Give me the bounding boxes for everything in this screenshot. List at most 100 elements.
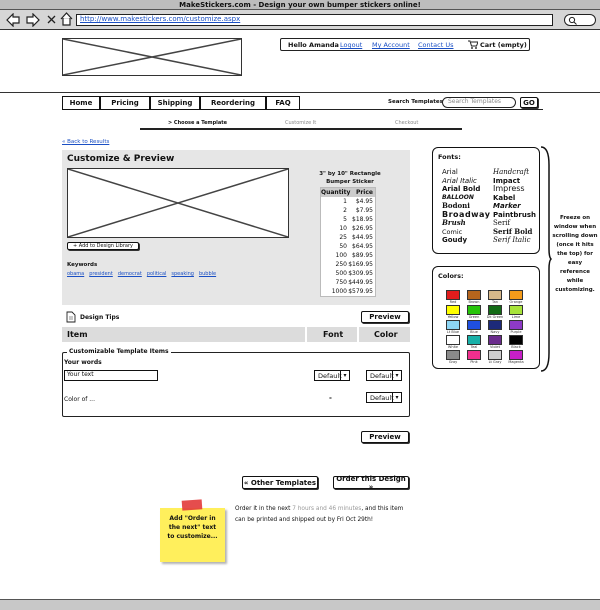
keyword-link[interactable]: speaking: [171, 271, 194, 277]
keyword-link[interactable]: political: [147, 271, 167, 277]
color-swatch[interactable]: [446, 335, 460, 345]
price-qty: 50: [339, 243, 347, 250]
color-swatch[interactable]: [488, 335, 502, 345]
color-swatch-label: Tan: [492, 300, 498, 304]
color-swatch[interactable]: [446, 350, 460, 360]
color-swatch[interactable]: [467, 305, 481, 315]
chevron-down-icon: ▾: [392, 393, 401, 402]
color-swatch[interactable]: [488, 350, 502, 360]
price-value: $64.95: [352, 243, 373, 250]
color-swatch[interactable]: [488, 320, 502, 330]
color-swatch[interactable]: [509, 305, 523, 315]
forward-arrow-icon[interactable]: [26, 13, 40, 27]
font-option[interactable]: Arial: [442, 168, 490, 177]
font-option[interactable]: Kabel: [493, 194, 536, 203]
document-icon: [66, 311, 76, 323]
keyword-link[interactable]: obama: [67, 271, 84, 277]
font-option[interactable]: Arial Bold: [442, 185, 490, 194]
font-option[interactable]: Serif Bold: [493, 227, 536, 237]
other-templates-button[interactable]: « Other Templates: [242, 476, 318, 489]
price-qty: 25: [339, 234, 347, 241]
order-deadline-text: Order it in the next 7 hours and 46 minu…: [235, 506, 404, 523]
back-to-results-link[interactable]: « Back to Results: [62, 139, 109, 145]
add-design-library-button[interactable]: + Add to Design Library: [67, 242, 139, 250]
price-qty: 1: [343, 198, 347, 205]
greeting-text: Hello Amanda: [288, 41, 339, 49]
customize-preview-title: Customize & Preview: [67, 154, 175, 164]
my-account-link[interactable]: My Account: [372, 41, 410, 49]
preview-button-top[interactable]: Preview: [361, 311, 409, 323]
font-option[interactable]: Arial Italic: [442, 177, 490, 186]
price-row: 500 $309.95: [321, 269, 375, 278]
sticky-note-text: Add "Order in the next" text to customiz…: [167, 515, 218, 540]
color-swatch[interactable]: [509, 335, 523, 345]
order-design-button[interactable]: Order this Design »: [333, 475, 409, 491]
browser-search-box[interactable]: [564, 14, 596, 26]
fonts-list-left: Arial Arial Italic Arial Bold BALLOON Bo…: [442, 168, 490, 245]
search-templates-input[interactable]: Search Templates: [442, 97, 516, 108]
color-swatch[interactable]: [509, 320, 523, 330]
font-option[interactable]: Marker: [493, 202, 536, 211]
font-option[interactable]: Goudy: [442, 236, 490, 245]
sticky-tape: [181, 499, 203, 511]
price-row: 2 $7.95: [321, 206, 375, 215]
price-qty: 500: [335, 270, 347, 277]
back-arrow-icon[interactable]: [6, 13, 20, 27]
color-swatch[interactable]: [488, 305, 502, 315]
keyword-link[interactable]: president: [89, 271, 113, 277]
tab-pricing[interactable]: Pricing: [100, 96, 150, 110]
font-option[interactable]: Serif Italic: [493, 236, 536, 245]
home-icon[interactable]: [60, 12, 73, 26]
color-select-2[interactable]: Default ▾: [366, 392, 402, 403]
font-option[interactable]: Handcraft: [493, 168, 536, 177]
font-option[interactable]: Impress: [493, 184, 536, 194]
color-swatch[interactable]: [446, 290, 460, 300]
color-swatch-label: White: [447, 345, 459, 349]
color-swatch[interactable]: [509, 290, 523, 300]
search-templates-label: Search Templates:: [388, 99, 446, 105]
price-value: $89.95: [352, 252, 373, 259]
cart-icon[interactable]: [468, 40, 478, 49]
color-swatch[interactable]: [467, 290, 481, 300]
color-swatch[interactable]: [467, 320, 481, 330]
price-row: 50 $64.95: [321, 242, 375, 251]
go-button[interactable]: GO: [520, 97, 538, 108]
tab-reordering[interactable]: Reordering: [200, 96, 266, 110]
price-row: 750 $449.95: [321, 278, 375, 287]
price-row: 5 $18.95: [321, 215, 375, 224]
font-option[interactable]: Paintbrush: [493, 211, 536, 220]
font-option[interactable]: Comic: [442, 228, 490, 237]
keyword-link[interactable]: democrat: [118, 271, 142, 277]
tab-home[interactable]: Home: [62, 96, 100, 110]
close-icon[interactable]: [47, 15, 56, 24]
step-choose-template[interactable]: > Choose a Template: [168, 120, 227, 126]
logout-link[interactable]: Logout: [340, 41, 362, 49]
price-value: $18.95: [352, 216, 373, 223]
preview-button-bottom[interactable]: Preview: [361, 431, 409, 443]
your-text-input[interactable]: Your text: [64, 370, 158, 381]
design-tips-link[interactable]: Design Tips: [80, 314, 119, 321]
your-text-value: Your text: [67, 371, 94, 378]
color-swatch[interactable]: [446, 305, 460, 315]
color-select-1[interactable]: Default ▾: [366, 370, 402, 381]
price-row: 1 $4.95: [321, 197, 375, 206]
color-swatch[interactable]: [467, 350, 481, 360]
color-swatch-label: Red: [449, 300, 457, 304]
color-swatch[interactable]: [446, 320, 460, 330]
colors-title: Colors:: [438, 272, 464, 280]
tab-faq[interactable]: FAQ: [266, 96, 300, 110]
tab-shipping[interactable]: Shipping: [150, 96, 200, 110]
price-value: $579.95: [348, 288, 373, 295]
chevron-down-icon: ▾: [392, 371, 401, 380]
color-swatch[interactable]: [488, 290, 502, 300]
color-swatch[interactable]: [467, 335, 481, 345]
price-row: 250 $169.95: [321, 260, 375, 269]
url-bar[interactable]: http://www.makestickers.com/customize.as…: [76, 14, 553, 26]
cart-text[interactable]: Cart (empty): [480, 41, 527, 49]
color-swatch[interactable]: [509, 350, 523, 360]
price-value: $449.95: [348, 279, 373, 286]
keyword-link[interactable]: bubble: [199, 271, 216, 277]
font-option[interactable]: Brush: [442, 218, 490, 228]
font-select-1[interactable]: Default ▾: [314, 370, 350, 381]
contact-us-link[interactable]: Contact Us: [418, 41, 454, 49]
